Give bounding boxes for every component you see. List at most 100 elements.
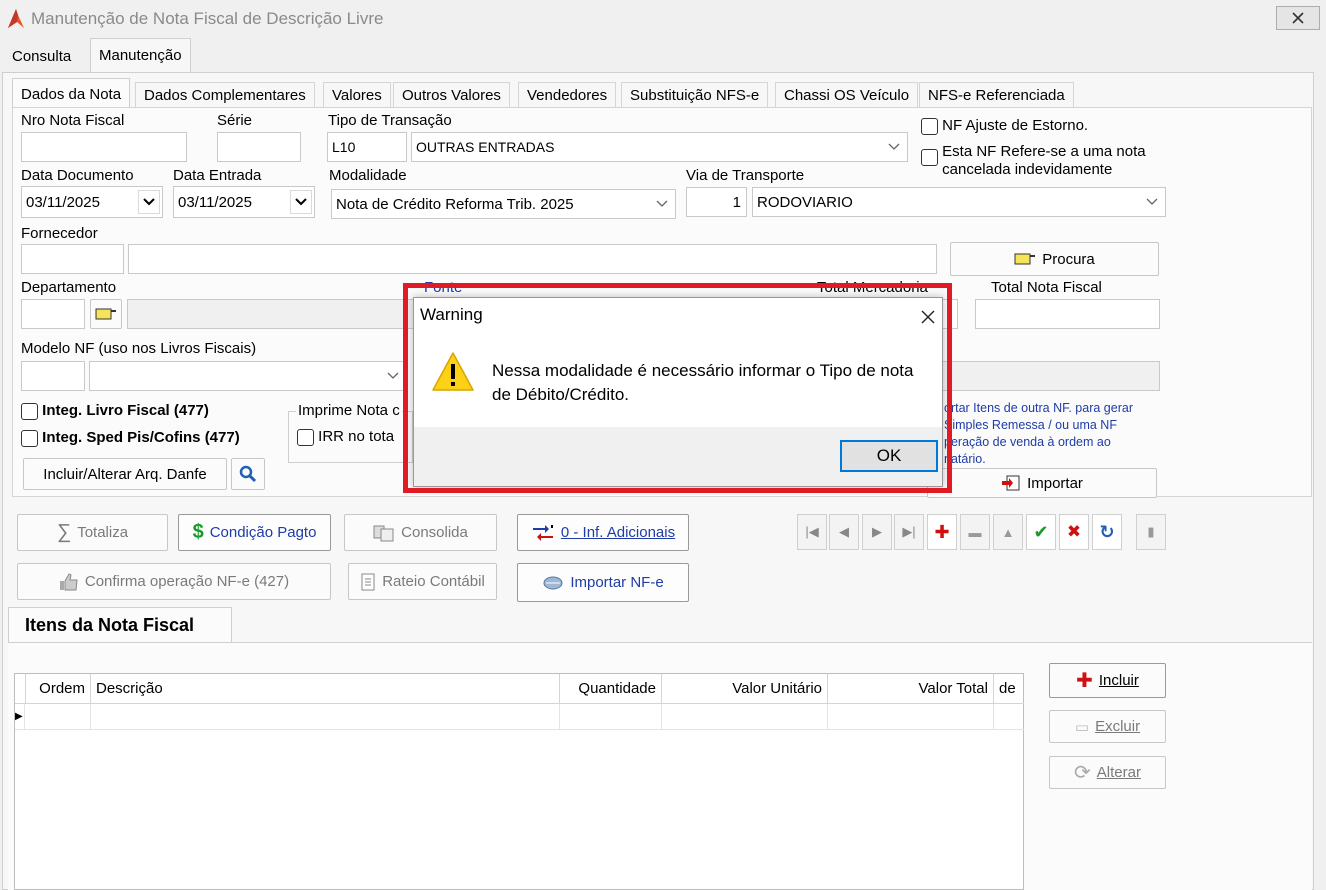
confirma-nfe-button[interactable]: Confirma operação NF-e (427) (17, 563, 331, 600)
tab-dados-da-nota[interactable]: Dados da Nota (12, 78, 131, 109)
total-nf-input[interactable] (975, 299, 1160, 329)
inf-adicionais-button[interactable]: 0 - Inf. Adicionais (517, 514, 689, 551)
tab-valores[interactable]: Valores (323, 82, 391, 108)
importar-button[interactable]: Importar (927, 468, 1157, 498)
title-bar: Manutenção de Nota Fiscal de Descrição L… (0, 0, 1326, 38)
edit-record-button[interactable]: ▲ (993, 514, 1023, 550)
side-panel-button[interactable]: ▮ (1136, 514, 1166, 550)
table-cell[interactable] (662, 704, 828, 730)
procura-button[interactable]: Procura (950, 242, 1159, 276)
plus-icon: ✚ (1076, 670, 1093, 692)
totaliza-button[interactable]: ∑ Totaliza (17, 514, 168, 551)
consolida-button[interactable]: Consolida (344, 514, 497, 551)
table-cell[interactable] (560, 704, 662, 730)
fornecedor-name-input[interactable] (128, 244, 937, 274)
refresh-button[interactable]: ↻ (1092, 514, 1122, 550)
condicao-pagto-button[interactable]: $ Condição Pagto (178, 514, 331, 551)
checkbox-icon (921, 117, 938, 135)
departamento-lookup-button[interactable] (90, 299, 122, 329)
column-header-ordem[interactable]: Ordem (25, 674, 91, 704)
tab-chassi-os-veiculo[interactable]: Chassi OS Veículo (775, 82, 919, 108)
alterar-label: Alterar (1096, 764, 1141, 781)
delete-record-button[interactable]: ▬ (960, 514, 990, 550)
ledger-icon (360, 573, 376, 591)
search-button[interactable] (231, 458, 265, 490)
panel-icon: ▮ (1147, 524, 1155, 539)
column-header-descricao[interactable]: Descrição (91, 674, 560, 704)
calendar-dropdown-icon[interactable] (290, 190, 312, 214)
last-record-button[interactable]: ▶| (894, 514, 924, 550)
data-entrada-value: 03/11/2025 (178, 193, 252, 211)
departamento-code-input[interactable] (21, 299, 85, 329)
checkbox-icon (921, 149, 938, 166)
tab-nfse-referenciada[interactable]: NFS-e Referenciada (919, 82, 1074, 108)
importar-info-text: ortar Itens de outra NF. para gerar Simp… (944, 400, 1133, 468)
total-nf-label: Total Nota Fiscal (991, 279, 1102, 296)
data-entrada-input[interactable]: 03/11/2025 (173, 186, 315, 218)
data-documento-input[interactable]: 03/11/2025 (21, 186, 163, 218)
table-cell[interactable] (828, 704, 994, 730)
tab-vendedores[interactable]: Vendedores (518, 82, 617, 108)
tab-substituicao-nfse[interactable]: Substituição NFS-e (621, 82, 769, 108)
up-triangle-icon: ▲ (1001, 524, 1015, 540)
table-cell[interactable] (91, 704, 560, 730)
refresh-icon: ↻ (1099, 521, 1115, 542)
items-grid[interactable]: Ordem Descrição Quantidade Valor Unitári… (14, 673, 1024, 890)
tab-manutencao[interactable]: Manutenção (90, 38, 191, 72)
via-transporte-code-input[interactable]: 1 (686, 187, 747, 217)
x-icon: ✖ (1066, 522, 1082, 541)
totaliza-label: Totaliza (77, 524, 129, 541)
tab-consulta[interactable]: Consulta (4, 42, 79, 71)
incluir-item-button[interactable]: ✚ Incluir (1049, 663, 1166, 698)
import-document-icon (1001, 474, 1021, 492)
incluir-danfe-button[interactable]: Incluir/Alterar Arq. Danfe (23, 458, 227, 490)
tab-itens-nota-fiscal[interactable]: Itens da Nota Fiscal (8, 607, 232, 643)
serie-input[interactable] (217, 132, 301, 162)
column-header-quantidade[interactable]: Quantidade (560, 674, 662, 704)
tipo-transacao-select[interactable]: OUTRAS ENTRADAS (411, 132, 908, 162)
chevron-down-icon (651, 193, 673, 215)
rateio-contabil-button[interactable]: Rateio Contábil (348, 563, 497, 600)
fornecedor-code-input[interactable] (21, 244, 124, 274)
importar-nfe-button[interactable]: Importar NF-e (517, 563, 689, 602)
modelo-nf-code-input[interactable] (21, 361, 85, 391)
tab-dados-complementares[interactable]: Dados Complementares (135, 82, 315, 108)
modelo-nf-select[interactable] (89, 361, 407, 391)
tipo-transacao-code-input[interactable]: L10 (327, 132, 407, 162)
next-record-button[interactable]: ▶ (862, 514, 892, 550)
via-transporte-value: RODOVIARIO (757, 193, 853, 211)
confirma-nfe-label: Confirma operação NF-e (427) (84, 573, 290, 590)
table-cell[interactable] (994, 704, 1024, 730)
table-cell[interactable] (25, 704, 91, 730)
highlight-box (403, 283, 952, 493)
integ-sped-checkbox[interactable]: Integ. Sped Pis/Cofins (477) (21, 429, 240, 447)
post-record-button[interactable]: ✔ (1026, 514, 1056, 550)
nf-cancelada-checkbox[interactable]: Esta NF Refere-se a uma nota cancelada i… (921, 143, 1146, 179)
irr-checkbox[interactable]: IRR no tota (297, 428, 394, 446)
integ-livro-label: Integ. Livro Fiscal (477) (42, 402, 209, 419)
first-record-button[interactable]: |◀ (797, 514, 827, 550)
excluir-item-button[interactable]: ▭ Excluir (1049, 710, 1166, 743)
window-close-button[interactable] (1276, 6, 1320, 30)
via-transporte-select[interactable]: RODOVIARIO (752, 187, 1166, 217)
imprime-nota-label: Imprime Nota c (296, 402, 402, 419)
nf-cancelada-label: Esta NF Refere-se a uma nota cancelada i… (942, 143, 1145, 179)
nro-nf-input[interactable] (21, 132, 187, 162)
cancel-record-button[interactable]: ✖ (1059, 514, 1089, 550)
integ-livro-checkbox[interactable]: Integ. Livro Fiscal (477) (21, 402, 209, 420)
prior-record-button[interactable]: ◀ (829, 514, 859, 550)
minus-icon: ▬ (968, 524, 982, 540)
tipo-transacao-label: Tipo de Transação (328, 112, 452, 129)
modalidade-select[interactable]: Nota de Crédito Reforma Trib. 2025 (331, 189, 676, 219)
nf-ajuste-checkbox[interactable]: NF Ajuste de Estorno. (921, 117, 1088, 135)
tab-outros-valores[interactable]: Outros Valores (393, 82, 510, 108)
column-header-de[interactable]: de (994, 674, 1024, 704)
column-header-valor-total[interactable]: Valor Total (828, 674, 994, 704)
column-header-valor-unitario[interactable]: Valor Unitário (662, 674, 828, 704)
integ-sped-label: Integ. Sped Pis/Cofins (477) (42, 429, 240, 446)
insert-record-button[interactable]: ✚ (927, 514, 957, 550)
sigma-icon: ∑ (56, 521, 72, 543)
calendar-dropdown-icon[interactable] (138, 190, 160, 214)
close-icon (1291, 11, 1305, 25)
alterar-item-button[interactable]: ⟳ Alterar (1049, 756, 1166, 789)
